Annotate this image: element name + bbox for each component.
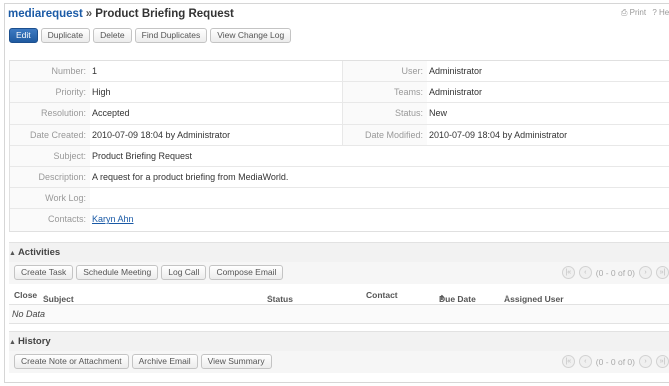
module-link[interactable]: mediarequest bbox=[8, 8, 83, 20]
column-close: Close bbox=[14, 290, 38, 300]
page-title: mediarequest» Product Briefing Request bbox=[8, 8, 234, 20]
sort-icon[interactable]: ⇕ bbox=[504, 294, 510, 302]
print-icon[interactable]: ⎙ bbox=[621, 8, 627, 17]
record-toolbar: Edit Duplicate Delete Find Duplicates Vi… bbox=[9, 28, 292, 43]
status-value: New bbox=[429, 108, 448, 119]
activities-header[interactable]: ▲ Activities bbox=[9, 242, 669, 262]
create-task-button[interactable]: Create Task bbox=[14, 265, 74, 280]
detail-fields-table: Number: 1 User: Administrator Priority: … bbox=[9, 60, 669, 232]
delete-button[interactable]: Delete bbox=[93, 28, 132, 43]
field-row: Description: A request for a product bri… bbox=[10, 166, 669, 189]
teams-label: Teams: bbox=[343, 82, 427, 103]
empty-list-message: No Data bbox=[9, 305, 669, 324]
number-label: Number: bbox=[10, 61, 90, 82]
work-log-value bbox=[90, 188, 669, 208]
priority-value: High bbox=[92, 87, 111, 98]
subject-value: Product Briefing Request bbox=[92, 150, 193, 161]
resolution-value: Accepted bbox=[92, 108, 130, 119]
activities-column-headers: Close Subject ⇕ Status ⇕ Contact Due Dat… bbox=[9, 286, 669, 305]
column-contact: Contact bbox=[366, 290, 398, 300]
subject-label: Subject: bbox=[10, 145, 90, 166]
description-value: A request for a product briefing from Me… bbox=[92, 171, 289, 182]
date-modified-label: Date Modified: bbox=[343, 124, 427, 145]
first-page-icon[interactable]: |« bbox=[561, 266, 575, 279]
history-toolbar: Create Note or Attachment Archive Email … bbox=[9, 351, 669, 373]
field-row: Resolution: Accepted Status: New bbox=[10, 103, 669, 125]
activities-toolbar: Create Task Schedule Meeting Log Call Co… bbox=[9, 262, 669, 284]
user-value: Administrator bbox=[429, 66, 483, 76]
prev-page-icon[interactable]: ‹ bbox=[578, 355, 592, 368]
history-title: History bbox=[17, 336, 51, 347]
next-page-icon[interactable]: › bbox=[639, 355, 652, 368]
number-value: 1 bbox=[92, 66, 98, 76]
create-note-button[interactable]: Create Note or Attachment bbox=[14, 354, 129, 369]
work-log-label: Work Log: bbox=[10, 188, 90, 209]
collapse-arrow-icon[interactable]: ▲ bbox=[9, 339, 16, 346]
log-call-button[interactable]: Log Call bbox=[161, 265, 207, 280]
breadcrumb-separator: » bbox=[85, 8, 93, 20]
activities-pager: |« ‹ (0 - 0 of 0) › »| bbox=[561, 266, 669, 279]
history-header[interactable]: ▲ History bbox=[9, 331, 669, 351]
edit-button[interactable]: Edit bbox=[9, 28, 38, 43]
status-label: Status: bbox=[343, 103, 427, 124]
last-page-icon[interactable]: »| bbox=[656, 266, 669, 279]
prev-page-icon[interactable]: ‹ bbox=[578, 266, 592, 279]
find-duplicates-button[interactable]: Find Duplicates bbox=[134, 28, 208, 43]
view-change-log-button[interactable]: View Change Log bbox=[210, 28, 292, 43]
sort-icon[interactable]: ⇕ bbox=[43, 294, 49, 302]
utility-links: ⎙ Print ? Hel bbox=[621, 8, 669, 18]
date-created-label: Date Created: bbox=[10, 124, 90, 145]
contact-link[interactable]: Karyn Ahn bbox=[92, 214, 134, 224]
sort-icon[interactable]: ⇕ bbox=[267, 294, 273, 302]
next-page-icon[interactable]: › bbox=[639, 266, 652, 279]
activities-title: Activities bbox=[17, 247, 61, 258]
date-modified-value: 2010-07-09 18:04 by Administrator bbox=[429, 129, 568, 140]
duplicate-button[interactable]: Duplicate bbox=[40, 28, 91, 43]
date-created-value: 2010-07-09 18:04 by Administrator bbox=[92, 129, 231, 140]
print-link[interactable]: Print bbox=[630, 8, 646, 17]
contacts-label: Contacts: bbox=[10, 209, 90, 231]
schedule-meeting-button[interactable]: Schedule Meeting bbox=[76, 265, 159, 280]
collapse-arrow-icon[interactable]: ▲ bbox=[9, 250, 16, 257]
pager-text: (0 - 0 of 0) bbox=[595, 267, 635, 278]
priority-label: Priority: bbox=[10, 82, 90, 103]
view-summary-button[interactable]: View Summary bbox=[200, 354, 272, 369]
field-row: Subject: Product Briefing Request bbox=[10, 145, 669, 167]
pager-text: (0 - 0 of 0) bbox=[595, 356, 635, 367]
field-row: Date Created: 2010-07-09 18:04 by Admini… bbox=[10, 124, 669, 146]
field-row: Number: 1 User: Administrator bbox=[10, 61, 669, 83]
field-row: Priority: High Teams: Administrator bbox=[10, 82, 669, 104]
archive-email-button[interactable]: Archive Email bbox=[131, 354, 198, 369]
last-page-icon[interactable]: »| bbox=[656, 355, 669, 368]
field-row: Work Log: bbox=[10, 188, 669, 210]
field-row: Contacts: Karyn Ahn bbox=[10, 209, 669, 231]
resolution-label: Resolution: bbox=[10, 103, 90, 124]
compose-email-button[interactable]: Compose Email bbox=[209, 265, 284, 280]
description-label: Description: bbox=[10, 166, 90, 188]
help-link[interactable]: ? Hel bbox=[652, 8, 669, 17]
record-title: Product Briefing Request bbox=[95, 8, 234, 20]
user-label: User: bbox=[343, 61, 427, 82]
history-pager: |« ‹ (0 - 0 of 0) › »| bbox=[561, 355, 669, 368]
first-page-icon[interactable]: |« bbox=[561, 355, 575, 368]
teams-value: Administrator bbox=[429, 87, 483, 98]
sort-desc-icon[interactable]: ⬆ bbox=[439, 294, 445, 302]
